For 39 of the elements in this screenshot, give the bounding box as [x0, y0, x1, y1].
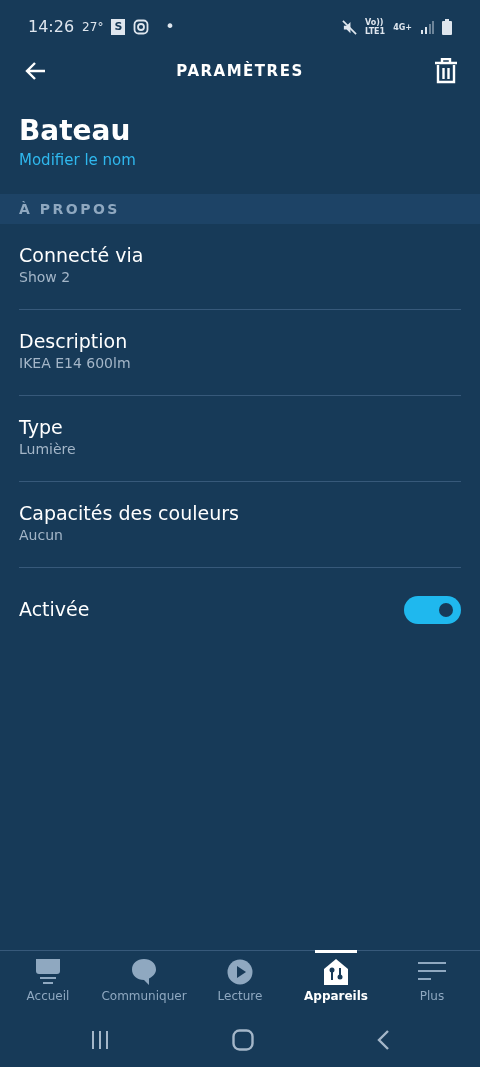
back-nav-icon[interactable]: [376, 1028, 390, 1051]
toggle-switch[interactable]: [404, 595, 461, 624]
home-button-icon[interactable]: [232, 1028, 254, 1051]
mute-icon: [341, 19, 357, 35]
chat-icon: [131, 957, 157, 987]
battery-icon: [442, 19, 452, 35]
section-header: À PROPOS: [0, 193, 480, 224]
setting-value: Lumière: [19, 440, 77, 459]
device-name: Bateau: [19, 114, 132, 148]
clock: 14:26: [28, 16, 75, 38]
setting-label: Type: [19, 416, 64, 439]
nav-tab[interactable]: Accueil: [0, 951, 96, 1012]
setting-value: Aucun: [19, 526, 64, 545]
lte-label: LTE1: [364, 27, 386, 36]
page-title: PARAMÈTRES: [176, 60, 304, 82]
setting-label: Capacités des couleurs: [19, 502, 240, 525]
volte-label: Vo)): [364, 18, 384, 27]
notification-dot: •: [165, 16, 175, 38]
network-label: 4G+: [393, 22, 412, 32]
notification-icon: S: [111, 19, 126, 35]
setting-label: Connecté via: [19, 244, 145, 267]
setting-label: Description: [19, 330, 129, 353]
back-icon[interactable]: [24, 61, 46, 81]
setting-value: IKEA E14 600lm: [19, 354, 132, 373]
play-icon: [227, 957, 253, 987]
camera-icon: [133, 19, 150, 35]
nav-tab[interactable]: Appareils: [288, 951, 384, 1012]
nav-tab[interactable]: Plus: [384, 951, 480, 1012]
toggle-label: Activée: [19, 598, 90, 621]
recent-apps-icon[interactable]: [90, 1029, 110, 1050]
trash-icon[interactable]: [434, 58, 458, 84]
signal-icon: [420, 20, 434, 34]
home-icon: [35, 957, 61, 987]
setting-value: Show 2: [19, 268, 72, 287]
rename-link[interactable]: Modifier le nom: [19, 148, 136, 172]
house-icon: [323, 957, 349, 987]
nav-tab[interactable]: Communiquer: [96, 951, 192, 1012]
temperature: 27°: [82, 19, 104, 36]
nav-tab[interactable]: Lecture: [192, 951, 288, 1012]
